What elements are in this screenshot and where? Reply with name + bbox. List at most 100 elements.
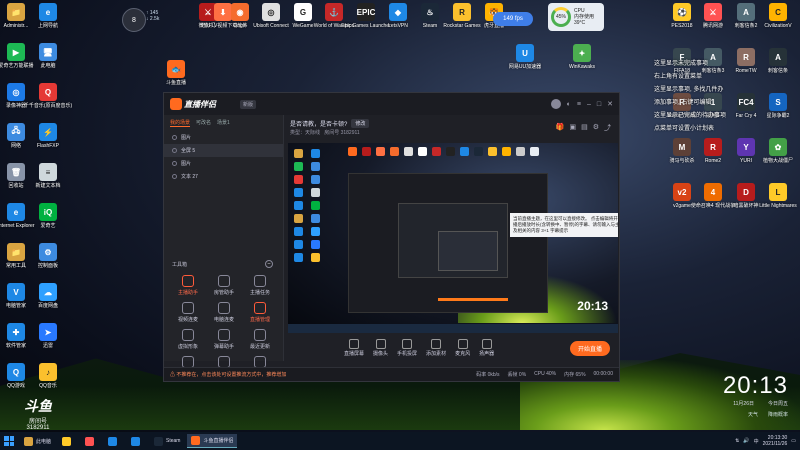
- app-version-badge[interactable]: 新版: [240, 99, 257, 109]
- desktop-icon-left-12[interactable]: 📁 常用工具: [0, 243, 34, 269]
- tab-scene-1[interactable]: 可改名: [196, 119, 211, 127]
- desktop-icon-left-19[interactable]: ♪ QQ音乐: [30, 363, 66, 389]
- desktop-icon-top-10[interactable]: R Rockstar Games: [443, 3, 481, 29]
- note-item[interactable]: 右上角有设置菜单: [654, 71, 764, 84]
- capture-tool[interactable]: 添加素材: [426, 339, 446, 357]
- desktop-icon-left-8[interactable]: 🗑 回收站: [0, 163, 34, 189]
- avatar[interactable]: [550, 99, 561, 109]
- source-item[interactable]: 图片: [164, 157, 283, 170]
- desktop-icon-right-7[interactable]: A 刺客信条: [760, 48, 796, 74]
- settings-icon[interactable]: ⚙: [593, 123, 599, 133]
- desktop-icon-left-11[interactable]: iQ 爱奇艺: [30, 203, 66, 229]
- capture-tool[interactable]: 手机投屏: [397, 339, 417, 357]
- taskbar-app[interactable]: Steam: [150, 434, 184, 448]
- source-item[interactable]: 文本 27: [164, 170, 283, 183]
- desktop-icon-top-4[interactable]: ◎ Ubisoft Connect: [253, 3, 289, 29]
- taskbar-app[interactable]: [127, 434, 147, 448]
- note-item[interactable]: 添加事项, 右键可编辑: [654, 97, 764, 110]
- edit-title-button[interactable]: 修改: [351, 119, 370, 128]
- close-icon[interactable]: ✕: [607, 100, 613, 108]
- desktop-icon-left-9[interactable]: ≡ 新建文本档: [30, 163, 66, 189]
- stream-category[interactable]: 类型：天际线: [290, 130, 320, 136]
- desktop-icon-right-3[interactable]: C CivilizationV: [760, 3, 796, 29]
- note-item[interactable]: 这里显示事项, 多找几件办: [654, 84, 764, 97]
- desktop-icon-left-7[interactable]: ⚡ FlashFXP: [30, 123, 66, 149]
- fps-counter[interactable]: 149 fps: [493, 12, 533, 26]
- visibility-eye-icon[interactable]: [172, 161, 177, 166]
- taskbar-app[interactable]: [58, 434, 78, 448]
- source-item[interactable]: 全屏 5: [164, 144, 283, 157]
- source-item[interactable]: 图片: [164, 131, 283, 144]
- tools-collapse-icon[interactable]: –: [265, 260, 273, 268]
- speed-ball-widget[interactable]: 8: [122, 8, 146, 32]
- taskbar-app[interactable]: 此电脑: [20, 434, 55, 448]
- tool-item[interactable]: 主播助手: [170, 275, 206, 296]
- tray-volume-icon[interactable]: 🔊: [743, 438, 749, 444]
- desktop-icon-right-19[interactable]: L Little Nightmares: [759, 183, 797, 209]
- tray-clock[interactable]: 20:13:30 2021/11/26: [763, 435, 788, 447]
- tool-item[interactable]: 房管助手: [206, 275, 242, 296]
- tab-scene-2[interactable]: 场景1: [217, 119, 230, 127]
- note-item[interactable]: 这里显示已完成的待办事项: [654, 110, 764, 123]
- windows-start-icon[interactable]: [2, 434, 16, 448]
- taskbar-app[interactable]: [81, 434, 101, 448]
- stream-preview[interactable]: 当前直播主题，在这里可以直接修改。 点击编辑将开始直播后播放时长(含转换中、暂停…: [288, 143, 618, 333]
- stream-title[interactable]: 是否请教，是否卡顿?: [290, 119, 347, 128]
- cpu-monitor-widget[interactable]: 45% CPU 内存使用 39°C: [548, 3, 604, 31]
- visibility-eye-icon[interactable]: [172, 148, 177, 153]
- taskbar-app[interactable]: [104, 434, 124, 448]
- desktop-icon-left-15[interactable]: ☁ 百度网盘: [30, 283, 66, 309]
- desktop-icon-left-3[interactable]: 🖥 此电脑: [30, 43, 66, 69]
- capture-tool[interactable]: 麦克风: [455, 339, 470, 357]
- desktop-icon-right-13[interactable]: R Rome2: [695, 138, 731, 164]
- tray-network-icon[interactable]: ⇅: [735, 438, 739, 444]
- desktop-icon-left-16[interactable]: ✚ 软件管家: [0, 323, 34, 349]
- desktop-icon-left-6[interactable]: 🖧 网络: [0, 123, 34, 149]
- capture-tool[interactable]: 摄像头: [373, 339, 388, 357]
- tool-item[interactable]: 虚拟形象: [170, 329, 206, 350]
- desktop-icon-top-13[interactable]: ✦ WinKawaks: [564, 44, 600, 70]
- tool-item[interactable]: 弹幕助手: [206, 329, 242, 350]
- desktop-icon-left-17[interactable]: ➤ 迅雷: [30, 323, 66, 349]
- menu-icon[interactable]: ≡: [577, 101, 581, 108]
- maximize-icon[interactable]: □: [597, 101, 601, 108]
- desktop-icon-left-0[interactable]: 📁 Administr...: [0, 3, 34, 29]
- desktop-notes-widget[interactable]: 这里显示未完成事项 右上角有设置菜单 这里显示事项, 多找几件办 添加事项, 右键可编…: [654, 58, 764, 136]
- desktop-icon-left-5[interactable]: Q 千千音乐(原百度音乐): [24, 83, 72, 109]
- taskbar-app[interactable]: 斗鱼直播伴侣: [187, 434, 238, 448]
- desktop-icon-left-13[interactable]: ⚙ 控制面板: [30, 243, 66, 269]
- desktop-icon-top-8[interactable]: ◆ LetsVPN: [380, 3, 416, 29]
- gift-icon[interactable]: 🎁: [556, 123, 565, 133]
- visibility-eye-icon[interactable]: [172, 174, 177, 179]
- desktop-icon-top-7[interactable]: EPIC Epic Games Launcher: [341, 3, 391, 29]
- note-item[interactable]: 这里显示未完成事项: [654, 58, 764, 71]
- desktop-icon-right-17[interactable]: 4 使命召唤4 现代战争: [691, 183, 735, 209]
- note-item[interactable]: 点菜单可设置小计划表: [654, 123, 764, 136]
- desktop-icon-right-1[interactable]: ⚔ 腾讯网游: [695, 3, 731, 29]
- skin-icon[interactable]: ◐: [567, 101, 571, 108]
- desktop-icon-left-14[interactable]: V 电脑管家: [0, 283, 34, 309]
- status-warning[interactable]: ⚠ 不推荐在，点击该处可设置推流方式中，推荐增加: [170, 371, 286, 378]
- notification-icon[interactable]: ▭: [791, 438, 796, 444]
- capture-tool[interactable]: 扬声器: [479, 339, 494, 357]
- desktop-icon-right-15[interactable]: ✿ 植物大战僵尸: [760, 138, 796, 164]
- tray-lang[interactable]: 中: [754, 438, 759, 445]
- desktop-icon-left-18[interactable]: Q QQ游戏: [0, 363, 34, 389]
- tool-item[interactable]: 最近更新: [242, 329, 278, 350]
- desktop-icon-right-11[interactable]: S 星际争霸2: [760, 93, 796, 119]
- chart-icon[interactable]: ▤: [581, 123, 588, 133]
- tool-item[interactable]: 电脑连麦: [206, 302, 242, 323]
- desktop-icon-left-10[interactable]: e Internet Explorer: [0, 203, 34, 229]
- bag-icon[interactable]: ▣: [569, 123, 576, 133]
- tool-item[interactable]: 直播管理: [242, 302, 278, 323]
- desktop-icon-top-12[interactable]: U 网易UU加速器: [507, 44, 543, 70]
- capture-tool[interactable]: 直播屏幕: [344, 339, 364, 357]
- desktop-icon-right-2[interactable]: A 刺客信条2: [728, 3, 764, 29]
- start-stream-button[interactable]: 开始直播: [569, 340, 610, 356]
- tab-scene-0[interactable]: 我的场景: [170, 119, 191, 127]
- desktop-icon-right-14[interactable]: Y YURI: [728, 138, 764, 164]
- desktop-icon-left-1[interactable]: e 上网导航: [30, 3, 66, 29]
- minimize-icon[interactable]: –: [587, 101, 591, 108]
- share-icon[interactable]: ⤴: [604, 123, 611, 133]
- tool-item[interactable]: 视频连麦: [170, 302, 206, 323]
